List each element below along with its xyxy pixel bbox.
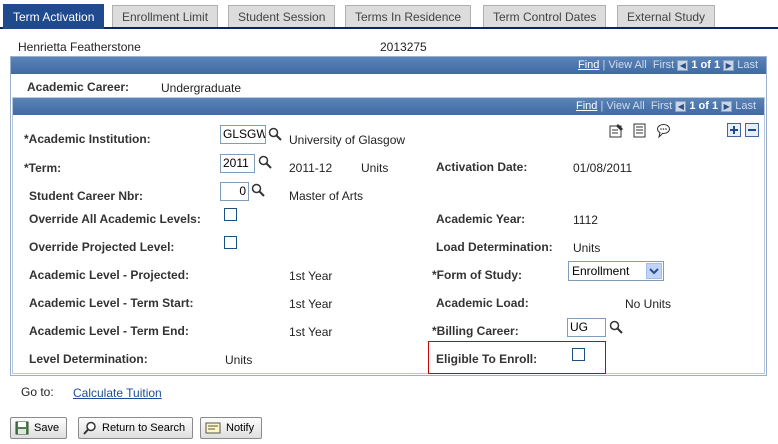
academic-load-value: No Units xyxy=(625,297,672,311)
term-label: *Term: xyxy=(24,161,62,175)
tab-term-control-dates[interactable]: Term Control Dates xyxy=(483,5,607,27)
load-determination-label: Load Determination: xyxy=(436,240,553,254)
student-career-nbr-desc: Master of Arts xyxy=(289,189,364,203)
level-term-start-label: Academic Level - Term Start: xyxy=(29,296,194,310)
term-input[interactable]: 2011 xyxy=(220,154,255,173)
activation-date-label: Activation Date: xyxy=(436,160,528,174)
override-all-levels-label: Override All Academic Levels: xyxy=(29,212,201,226)
student-career-nbr-input[interactable]: 0 xyxy=(220,182,249,201)
view-all-link-2[interactable]: View All xyxy=(606,100,644,112)
eligible-to-enroll-label: Eligible To Enroll: xyxy=(436,352,538,366)
academic-year-label: Academic Year: xyxy=(436,212,526,226)
level-determination-value: Units xyxy=(225,353,253,367)
lookup-term-icon[interactable] xyxy=(258,155,272,169)
override-projected-level-checkbox[interactable] xyxy=(224,236,237,249)
load-determination-value: Units xyxy=(573,241,601,255)
eligible-to-enroll-checkbox[interactable] xyxy=(572,348,585,361)
chevron-down-icon[interactable] xyxy=(646,263,662,279)
tab-term-activation[interactable]: Term Activation xyxy=(3,4,105,29)
lookup-billing-career-icon[interactable] xyxy=(609,320,623,334)
academic-load-label: Academic Load: xyxy=(436,296,529,310)
row-position: 1 of 1 xyxy=(691,59,721,71)
term-desc: 2011-12 xyxy=(289,161,333,175)
student-id: 2013275 xyxy=(380,40,427,54)
notify-label: Notify xyxy=(226,422,255,434)
return-to-search-label: Return to Search xyxy=(102,422,186,434)
academic-institution-input[interactable]: GLSGW xyxy=(220,125,266,144)
prev-arrow-icon-2[interactable]: ◀ xyxy=(675,100,687,112)
level-projected-label: Academic Level - Projected: xyxy=(29,268,190,282)
tab-terms-in-residence[interactable]: Terms In Residence xyxy=(345,5,472,27)
form-of-study-label: *Form of Study: xyxy=(432,268,522,282)
document-icon[interactable] xyxy=(632,123,647,138)
search-icon xyxy=(83,421,96,435)
goto-label: Go to: xyxy=(21,385,54,399)
find-link[interactable]: Find xyxy=(578,59,599,71)
tab-student-session[interactable]: Student Session xyxy=(228,5,336,27)
view-all-link[interactable]: View All xyxy=(608,59,646,71)
academic-career-label: Academic Career: xyxy=(27,80,130,94)
term-nav-bar: Find | View All First ◀ 1 of 1 ▶ Last xyxy=(13,98,764,115)
billing-career-input[interactable]: UG xyxy=(567,318,606,337)
edit-notes-icon[interactable] xyxy=(609,123,624,138)
notify-button[interactable]: Notify xyxy=(200,417,263,439)
last-label-2: Last xyxy=(735,100,756,112)
tab-enrollment-limit[interactable]: Enrollment Limit xyxy=(112,5,219,27)
return-to-search-button[interactable]: Return to Search xyxy=(78,417,194,439)
form-of-study-select[interactable]: Enrollment xyxy=(568,261,664,281)
academic-career-value: Undergraduate xyxy=(161,81,242,95)
first-label-2: First xyxy=(650,100,673,112)
override-projected-level-label: Override Projected Level: xyxy=(29,240,175,254)
level-term-start-value: 1st Year xyxy=(289,297,333,311)
student-name: Henrietta Featherstone xyxy=(18,40,141,54)
next-arrow-icon[interactable]: ▶ xyxy=(723,59,735,71)
save-button-label: Save xyxy=(34,422,60,434)
billing-career-label: *Billing Career: xyxy=(432,324,519,338)
tab-external-study[interactable]: External Study xyxy=(617,5,716,27)
notify-icon xyxy=(205,422,221,434)
prev-arrow-icon[interactable]: ◀ xyxy=(677,59,689,71)
career-nav-bar: Find | View All First ◀ 1 of 1 ▶ Last xyxy=(11,57,766,74)
add-row-icon[interactable] xyxy=(727,123,741,137)
level-term-end-label: Academic Level - Term End: xyxy=(29,324,189,338)
academic-institution-label: *Academic Institution: xyxy=(24,132,151,146)
academic-year-value: 1112 xyxy=(573,213,598,227)
next-arrow-icon-2[interactable]: ▶ xyxy=(721,100,733,112)
level-determination-label: Level Determination: xyxy=(29,352,148,366)
activation-date-value: 01/08/2011 xyxy=(573,161,633,175)
student-career-nbr-label: Student Career Nbr: xyxy=(29,189,144,203)
comment-icon[interactable] xyxy=(656,123,671,138)
save-button[interactable]: Save xyxy=(10,417,68,439)
last-label: Last xyxy=(737,59,758,71)
find-link-2[interactable]: Find xyxy=(576,100,597,112)
tab-bar: Term Activation Enrollment Limit Student… xyxy=(0,0,778,29)
lookup-institution-icon[interactable] xyxy=(268,127,282,141)
form-of-study-value: Enrollment xyxy=(572,264,630,278)
lookup-career-nbr-icon[interactable] xyxy=(251,183,265,197)
academic-institution-desc: University of Glasgow xyxy=(289,133,406,147)
save-disk-icon xyxy=(15,421,29,435)
override-all-levels-checkbox[interactable] xyxy=(224,208,237,221)
calculate-tuition-link[interactable]: Calculate Tuition xyxy=(73,386,162,400)
delete-row-icon[interactable] xyxy=(745,123,759,137)
first-label: First xyxy=(652,59,675,71)
level-term-end-value: 1st Year xyxy=(289,325,333,339)
term-units: Units xyxy=(361,161,389,175)
row-position-2: 1 of 1 xyxy=(689,100,719,112)
level-projected-value: 1st Year xyxy=(289,269,333,283)
